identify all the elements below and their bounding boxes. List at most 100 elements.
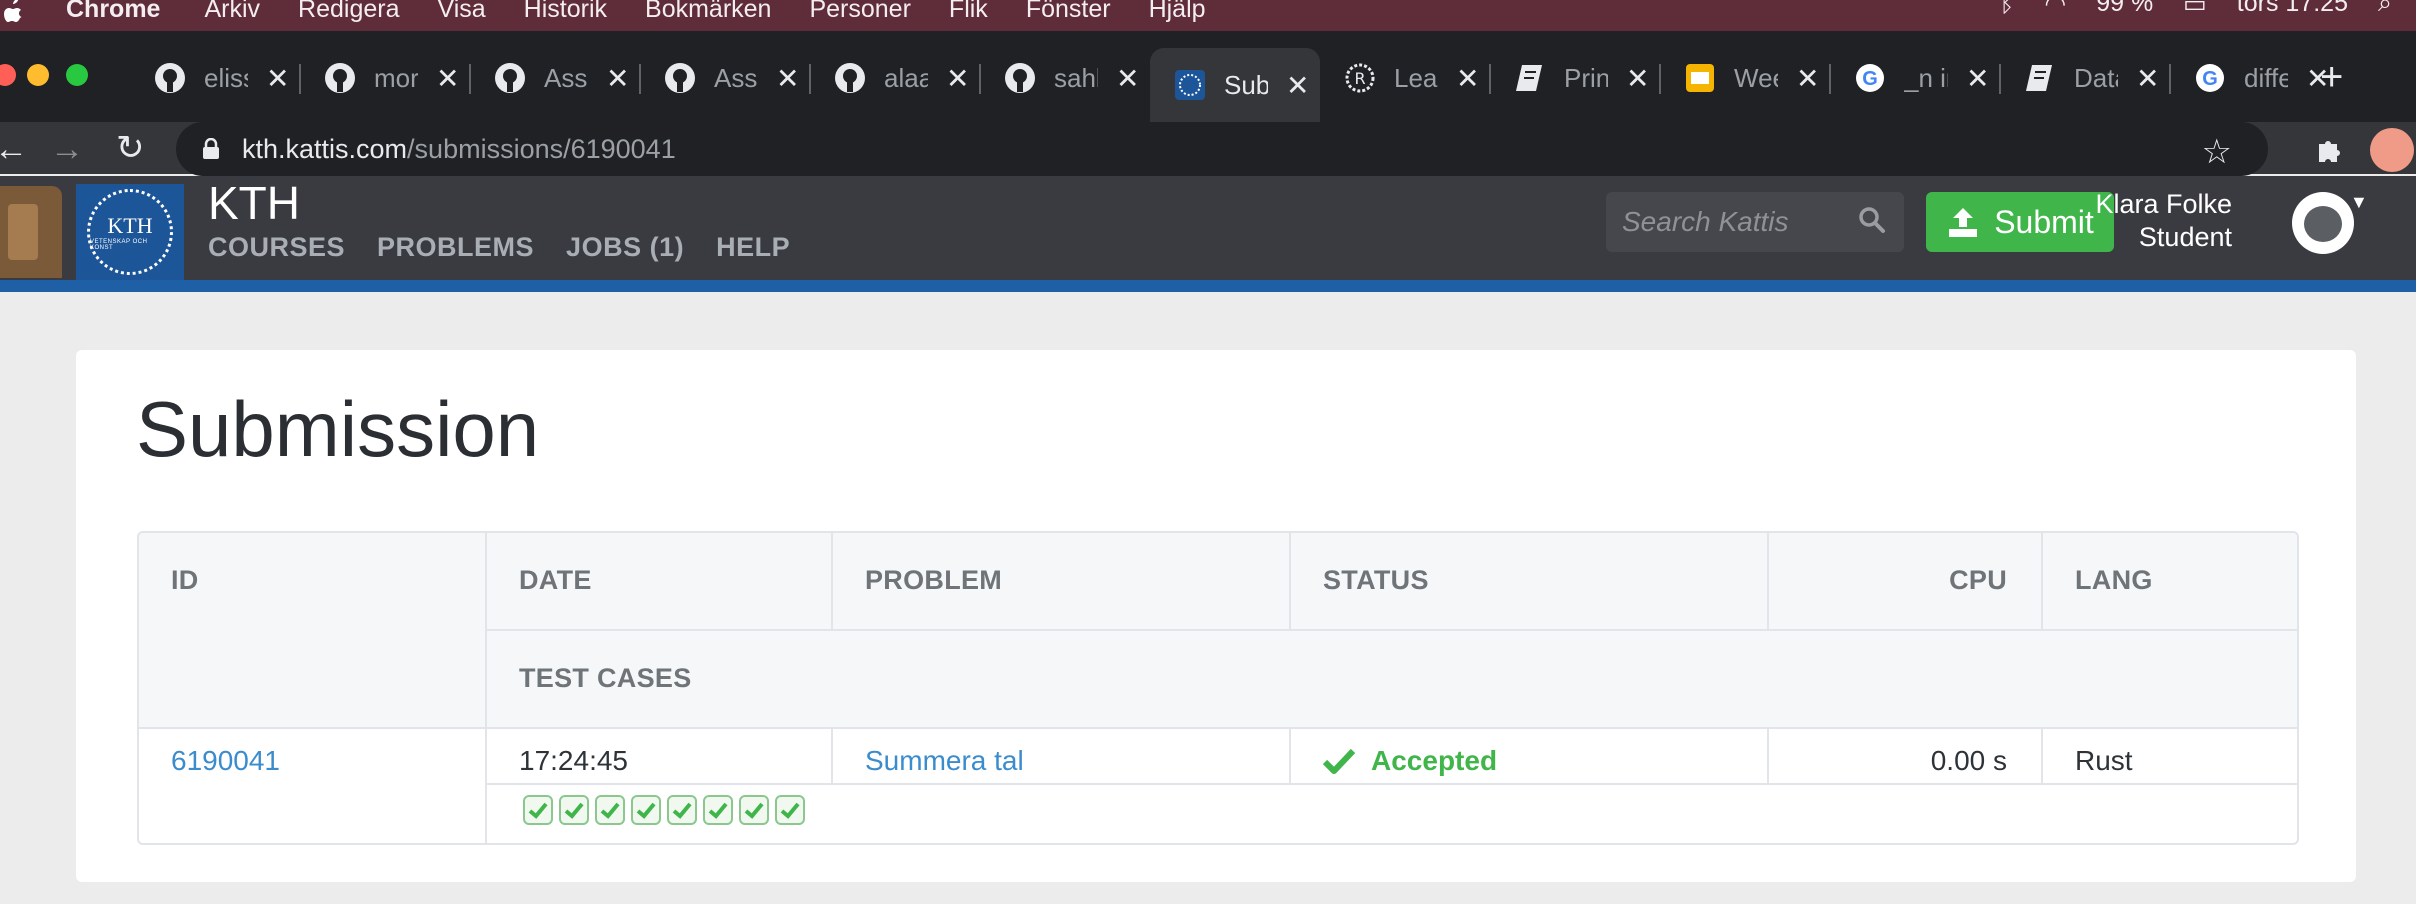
menu-hjalp[interactable]: Hjälp xyxy=(1149,0,1206,24)
header-problem: PROBLEM xyxy=(865,565,1003,595)
test-case-passed[interactable] xyxy=(595,795,625,825)
test-case-passed[interactable] xyxy=(703,795,733,825)
user-role: Student xyxy=(2138,222,2232,252)
tab-close-icon[interactable]: ✕ xyxy=(1286,69,1309,102)
check-icon xyxy=(744,802,764,819)
submission-id-link[interactable]: 6190041 xyxy=(171,745,280,777)
menu-visa[interactable]: Visa xyxy=(437,0,485,24)
search-icon[interactable] xyxy=(1858,206,1886,234)
tab-close-icon[interactable]: ✕ xyxy=(436,62,459,95)
back-button[interactable]: ← xyxy=(0,130,28,169)
nav-help[interactable]: HELP xyxy=(716,232,790,263)
problem-link[interactable]: Summera tal xyxy=(865,745,1024,777)
browser-tab[interactable]: alaa ✕ xyxy=(810,48,980,108)
battery-icon[interactable]: ▭ xyxy=(2183,0,2207,19)
status-badge: Accepted xyxy=(1323,745,1497,777)
slides-icon xyxy=(1684,62,1716,94)
menu-personer[interactable]: Personer xyxy=(809,0,910,24)
test-case-passed[interactable] xyxy=(739,795,769,825)
bookmark-star-icon[interactable]: ☆ xyxy=(2202,132,2232,172)
nav-problems[interactable]: PROBLEMS xyxy=(377,232,534,263)
browser-tab[interactable]: Ass ✕ xyxy=(640,48,810,108)
lock-icon[interactable] xyxy=(202,138,220,160)
tab-close-icon[interactable]: ✕ xyxy=(946,62,969,95)
google-icon: G xyxy=(1854,62,1886,94)
menu-historik[interactable]: Historik xyxy=(524,0,607,24)
header-test-cases: TEST CASES xyxy=(519,663,692,693)
browser-tab[interactable]: Sub ✕ xyxy=(1150,48,1320,122)
menu-flik[interactable]: Flik xyxy=(949,0,988,24)
search-input[interactable] xyxy=(1620,205,1844,239)
tab-title: alaa xyxy=(884,62,928,93)
address-bar[interactable]: kth.kattis.com/submissions/6190041 ☆ xyxy=(176,122,2268,176)
tab-title: Data xyxy=(2074,62,2118,93)
browser-tab[interactable]: Data ✕ xyxy=(2000,48,2170,108)
spotlight-icon[interactable]: ⌕ xyxy=(2378,0,2392,18)
browser-tab[interactable]: G _n ir ✕ xyxy=(1830,48,2000,108)
window-minimize-button[interactable] xyxy=(27,64,49,86)
menu-fonster[interactable]: Fönster xyxy=(1026,0,1111,24)
doc-icon xyxy=(2024,62,2056,94)
url-host: kth.kattis.com xyxy=(242,133,408,164)
reload-button[interactable]: ↻ xyxy=(116,128,145,168)
menu-app-chrome[interactable]: Chrome xyxy=(66,0,160,24)
browser-tab[interactable]: Wee ✕ xyxy=(1660,48,1830,108)
tab-close-icon[interactable]: ✕ xyxy=(266,62,289,95)
menu-arkiv[interactable]: Arkiv xyxy=(204,0,260,24)
kth-logo[interactable]: KTH VETENSKAP OCH KONST xyxy=(76,184,184,280)
github-icon xyxy=(154,62,186,94)
browser-tab[interactable]: Ass ✕ xyxy=(470,48,640,108)
browser-tab[interactable]: Gdiffe ✕ xyxy=(2170,48,2340,108)
menu-bokmarken[interactable]: Bokmärken xyxy=(645,0,771,24)
browser-tab[interactable]: eliss ✕ xyxy=(130,48,300,108)
site-header: KTH VETENSKAP OCH KONST KTH COURSES PROB… xyxy=(0,176,2416,292)
language: Rust xyxy=(2075,745,2133,776)
nav-jobs[interactable]: JOBS (1) xyxy=(566,232,684,263)
site-title[interactable]: KTH xyxy=(208,176,300,230)
wifi-icon[interactable]: ◠ xyxy=(2044,0,2066,19)
kattis-mascot-logo[interactable] xyxy=(0,186,62,278)
check-icon xyxy=(780,802,800,819)
test-case-passed[interactable] xyxy=(775,795,805,825)
tab-close-icon[interactable]: ✕ xyxy=(1456,62,1479,95)
doc-icon xyxy=(1514,62,1546,94)
svg-text:R: R xyxy=(1354,69,1365,88)
browser-tab[interactable]: mor ✕ xyxy=(300,48,470,108)
tab-close-icon[interactable]: ✕ xyxy=(2136,62,2159,95)
new-tab-button[interactable]: + xyxy=(2320,55,2343,100)
clock[interactable]: tors 17:25 xyxy=(2237,0,2348,18)
forward-button[interactable]: → xyxy=(50,130,84,169)
browser-tab[interactable]: sahl ✕ xyxy=(980,48,1150,108)
tab-title: _n ir xyxy=(1904,62,1948,93)
user-menu-chevron-down-icon[interactable]: ▼ xyxy=(2350,192,2368,213)
chrome-profile-avatar[interactable] xyxy=(2370,128,2414,172)
apple-icon[interactable] xyxy=(2,0,24,26)
menu-redigera[interactable]: Redigera xyxy=(298,0,399,24)
check-icon xyxy=(528,802,548,819)
header-accent-strip xyxy=(0,280,2416,292)
tab-title: Ass xyxy=(714,62,758,93)
tab-close-icon[interactable]: ✕ xyxy=(1116,62,1139,95)
kth-logo-text: KTH xyxy=(107,213,153,238)
browser-tab[interactable]: Prin ✕ xyxy=(1490,48,1660,108)
test-case-passed[interactable] xyxy=(523,795,553,825)
nav-courses[interactable]: COURSES xyxy=(208,232,345,263)
bluetooth-icon[interactable]: ᛒ xyxy=(1999,0,2014,18)
kth-logo-subtext: VETENSKAP OCH KONST xyxy=(90,239,148,251)
window-zoom-button[interactable] xyxy=(66,64,88,86)
test-case-passed[interactable] xyxy=(559,795,589,825)
user-name: Klara Folke xyxy=(2095,189,2232,219)
battery-percent[interactable]: 99 % xyxy=(2096,0,2153,18)
tab-close-icon[interactable]: ✕ xyxy=(1626,62,1649,95)
tab-close-icon[interactable]: ✕ xyxy=(1966,62,1989,95)
tab-close-icon[interactable]: ✕ xyxy=(776,62,799,95)
extensions-puzzle-icon[interactable] xyxy=(2315,134,2345,164)
submit-button[interactable]: Submit xyxy=(1926,192,2114,252)
user-avatar[interactable] xyxy=(2292,192,2354,254)
browser-tab[interactable]: R Lea ✕ xyxy=(1320,48,1490,108)
rust-icon: R xyxy=(1344,62,1376,94)
test-case-passed[interactable] xyxy=(631,795,661,825)
tab-close-icon[interactable]: ✕ xyxy=(606,62,629,95)
tab-close-icon[interactable]: ✕ xyxy=(1796,62,1819,95)
test-case-passed[interactable] xyxy=(667,795,697,825)
